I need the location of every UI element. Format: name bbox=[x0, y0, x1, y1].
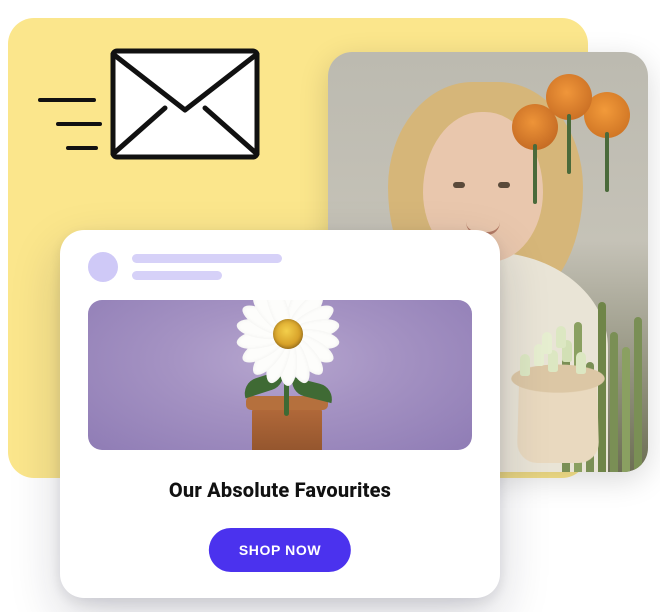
envelope-icon bbox=[110, 48, 260, 160]
avatar-placeholder-icon bbox=[88, 252, 118, 282]
text-placeholder-icon bbox=[132, 254, 282, 280]
promo-composite: Our Absolute Favourites SHOP NOW bbox=[0, 0, 660, 612]
shop-now-button[interactable]: SHOP NOW bbox=[209, 528, 351, 572]
email-card-title: Our Absolute Favourites bbox=[60, 478, 500, 502]
post-header-placeholder bbox=[88, 252, 282, 282]
hero-image bbox=[88, 300, 472, 450]
email-preview-card: Our Absolute Favourites SHOP NOW bbox=[60, 230, 500, 598]
speed-lines-icon bbox=[38, 90, 108, 170]
